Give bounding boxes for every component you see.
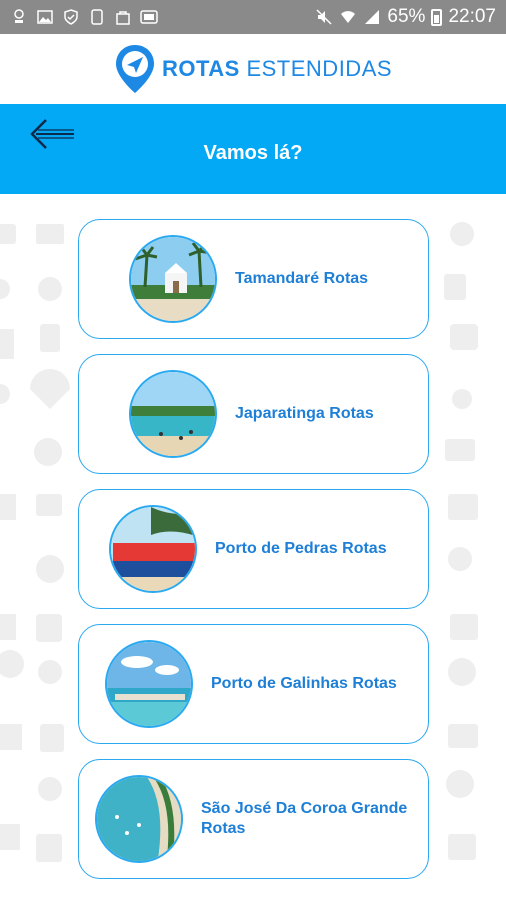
porto-de-galinhas-photo	[105, 640, 193, 728]
sao-jose-photo	[95, 775, 183, 863]
destination-label: Japaratinga Rotas	[235, 405, 374, 422]
battery-icon	[431, 8, 443, 26]
app-icon	[140, 8, 158, 26]
destination-card-japaratinga[interactable]: Japaratinga Rotas	[78, 354, 429, 474]
status-right: 65% 22:07	[315, 6, 496, 28]
japaratinga-photo	[129, 370, 217, 458]
porto-de-pedras-photo	[109, 505, 197, 593]
page-title: Vamos lá?	[203, 142, 303, 164]
image-icon	[36, 8, 54, 26]
battery-percent: 65%	[387, 6, 426, 27]
destination-label: Porto de Pedras Rotas	[215, 540, 387, 557]
tamandare-photo	[129, 235, 217, 323]
status-left-icons	[10, 8, 158, 26]
notification-icon	[10, 8, 28, 26]
app-logo-bar: ROTAS ESTENDIDAS	[0, 34, 506, 104]
destination-label: Tamandaré Rotas	[235, 270, 369, 287]
location-pin-icon	[115, 45, 154, 93]
destination-card-sao-jose[interactable]: São José Da Coroa Grande Rotas	[78, 759, 429, 879]
app-logo-text: ROTAS ESTENDIDAS	[162, 56, 392, 82]
status-bar: 65% 22:07	[0, 0, 506, 34]
device-icon	[88, 8, 106, 26]
bag-icon	[114, 8, 132, 26]
signal-icon	[363, 8, 381, 26]
logo-word-rotas: ROTAS	[161, 56, 240, 81]
destination-card-porto-de-galinhas[interactable]: Porto de Galinhas Rotas	[78, 624, 429, 744]
clock: 22:07	[448, 6, 496, 27]
destination-card-tamandare[interactable]: Tamandaré Rotas	[78, 219, 429, 339]
app-header: Vamos lá?	[0, 104, 506, 194]
destination-label: São José Da Coroa Grande Rotas	[201, 800, 408, 837]
wifi-icon	[339, 8, 357, 26]
logo-word-estendidas: ESTENDIDAS	[246, 56, 393, 81]
destination-card-porto-de-pedras[interactable]: Porto de Pedras Rotas	[78, 489, 429, 609]
shield-icon	[62, 8, 80, 26]
destination-label: Porto de Galinhas Rotas	[211, 675, 397, 692]
mute-icon	[315, 8, 333, 26]
